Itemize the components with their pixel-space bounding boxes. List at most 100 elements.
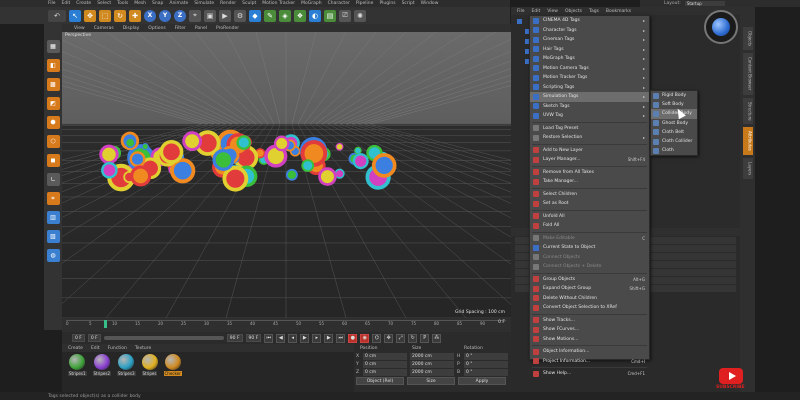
sphere-object[interactable] — [335, 142, 344, 151]
previous-frame-icon[interactable]: ◂ — [288, 333, 298, 343]
sphere-object[interactable] — [141, 143, 149, 151]
menu-script[interactable]: Script — [402, 1, 415, 6]
menu-item-cineman-tags[interactable]: Cineman Tags ▸ — [530, 35, 649, 45]
make-editable-icon[interactable]: ▦ — [46, 40, 60, 53]
object-manager-menu-edit[interactable]: Edit — [532, 9, 541, 14]
z-axis-icon[interactable]: Z — [174, 9, 186, 22]
sphere-object[interactable] — [371, 153, 397, 178]
submenu-item-cloth[interactable]: Cloth — [651, 146, 697, 155]
material-menu-texture[interactable]: Texture — [135, 346, 151, 351]
sphere-object[interactable] — [101, 161, 118, 179]
move-icon[interactable]: ✥ — [84, 9, 96, 22]
pen-icon[interactable]: ✎ — [264, 9, 276, 22]
object-icon[interactable] — [517, 19, 522, 24]
menu-item-character-tags[interactable]: Character Tags ▸ — [530, 26, 649, 36]
viewport-menu-options[interactable]: Options — [148, 26, 165, 31]
y-axis-icon[interactable]: Y — [159, 9, 171, 22]
menu-item-motion-tracker-tags[interactable]: Motion Tracker Tags ▸ — [530, 73, 649, 83]
material-swatch[interactable]: Stripes2 — [92, 354, 111, 376]
menu-item-hair-tags[interactable]: Hair Tags ▸ — [530, 45, 649, 55]
sphere-object[interactable] — [159, 139, 184, 164]
x-axis-icon[interactable]: X — [144, 9, 156, 22]
sphere-object[interactable] — [301, 159, 315, 172]
tab-objects[interactable]: Objects — [742, 27, 753, 51]
model-mode-icon[interactable]: ◧ — [46, 59, 60, 72]
render-settings-icon[interactable]: ⚙ — [234, 9, 246, 22]
light-icon[interactable]: ✺ — [354, 9, 366, 22]
apply-button[interactable]: Apply — [458, 377, 506, 385]
viewport-menu-filter[interactable]: Filter — [175, 26, 186, 31]
render-view-icon[interactable]: ▣ — [204, 9, 216, 22]
live-selection-icon[interactable]: ↖ — [69, 9, 81, 22]
menu-item-uvw-tag[interactable]: UVW Tag ▸ — [530, 111, 649, 121]
go-to-end-icon[interactable]: ⏭ — [336, 333, 346, 343]
texture-mode-icon[interactable]: ▩ — [46, 78, 60, 91]
axis-mode-icon[interactable]: ∟ — [46, 173, 60, 186]
size-mode-select[interactable]: Size — [407, 377, 455, 385]
sphere-object[interactable] — [318, 167, 337, 186]
next-key-icon[interactable]: ▶ — [324, 333, 334, 343]
menu-simulate[interactable]: Simulate — [194, 1, 214, 6]
viewport-menu-cameras[interactable]: Cameras — [94, 26, 114, 31]
preview-end-field[interactable]: 90 F — [245, 334, 262, 342]
menu-edit[interactable]: Edit — [62, 1, 71, 6]
preview-range-slider[interactable] — [103, 336, 224, 340]
submenu-item-soft-body[interactable]: Soft Body — [651, 100, 697, 109]
next-frame-icon[interactable]: ▸ — [312, 333, 322, 343]
sphere-object[interactable] — [130, 165, 152, 187]
menu-mesh[interactable]: Mesh — [134, 1, 146, 6]
menu-file[interactable]: File — [48, 1, 56, 6]
point-level-icon[interactable]: ⁂ — [432, 333, 442, 343]
viewport-menu-prorender[interactable]: ProRender — [216, 26, 239, 31]
menu-item-mograph-tags[interactable]: MoGraph Tags ▸ — [530, 54, 649, 64]
workplane-icon[interactable]: ◩ — [46, 97, 60, 110]
sphere-object[interactable] — [129, 151, 146, 168]
planar-workplane-icon[interactable]: ▧ — [46, 230, 60, 243]
sphere-object[interactable] — [354, 146, 362, 155]
material-menu-edit[interactable]: Edit — [91, 346, 100, 351]
menu-item-fold-all[interactable]: Fold All — [530, 221, 649, 231]
rotation-field[interactable]: 0 ° — [464, 368, 508, 376]
menu-render[interactable]: Render — [220, 1, 236, 6]
menu-character[interactable]: Character — [328, 1, 350, 6]
menu-item-project-information[interactable]: Project Information... Cmd+I — [530, 357, 649, 367]
menu-snap[interactable]: Snap — [152, 1, 163, 6]
menu-item-unfold-all[interactable]: Unfold All — [530, 212, 649, 222]
material-menu-create[interactable]: Create — [68, 346, 83, 351]
object-manager-menu-objects[interactable]: Objects — [565, 9, 582, 14]
menu-animate[interactable]: Animate — [169, 1, 188, 6]
rotation-key-icon[interactable]: ↻ — [408, 333, 418, 343]
scale-icon[interactable]: ⬚ — [99, 9, 111, 22]
layout-select[interactable]: Startup — [684, 1, 725, 6]
material-swatch[interactable]: Checker — [163, 354, 182, 376]
undo-icon[interactable]: ↶ — [48, 9, 66, 22]
param-key-icon[interactable]: P — [420, 333, 430, 343]
deformer-icon[interactable]: ◐ — [309, 9, 321, 22]
autokey-icon[interactable]: ◉ — [360, 333, 370, 343]
menu-sculpt[interactable]: Sculpt — [242, 1, 256, 6]
material-swatch[interactable]: Stripes1 — [68, 354, 87, 376]
youtube-icon[interactable] — [719, 368, 743, 384]
rotation-field[interactable]: 0 ° — [464, 352, 508, 360]
menu-item-delete-without-children[interactable]: Delete Without Children — [530, 294, 649, 304]
menu-item-object-information[interactable]: Object Information... — [530, 347, 649, 357]
menu-item-expand-object-group[interactable]: Expand Object Group Shift+G — [530, 284, 649, 294]
object-manager-menu-view[interactable]: View — [547, 9, 558, 14]
menu-pipeline[interactable]: Pipeline — [356, 1, 374, 6]
position-key-icon[interactable]: ✥ — [384, 333, 394, 343]
sphere-object[interactable] — [212, 148, 235, 171]
floor-icon[interactable]: ▤ — [324, 9, 336, 22]
perspective-viewport[interactable]: Perspective Grid Spacing : 100 cm — [62, 32, 511, 318]
tab-layers[interactable]: Layers — [742, 157, 753, 180]
viewport-menu-view[interactable]: View — [74, 26, 85, 31]
edges-mode-icon[interactable]: ⬡ — [46, 135, 60, 148]
position-field[interactable]: 0 cm — [363, 352, 407, 360]
subdivision-icon[interactable]: ◈ — [279, 9, 291, 22]
polygons-mode-icon[interactable]: ◼ — [46, 154, 60, 167]
sphere-object[interactable] — [99, 144, 119, 165]
size-field[interactable]: 2000 cm — [410, 352, 454, 360]
viewport-menu-panel[interactable]: Panel — [195, 26, 207, 31]
sphere-object[interactable] — [273, 135, 290, 152]
previous-key-icon[interactable]: ◀ — [276, 333, 286, 343]
submenu-item-cloth-collider[interactable]: Cloth Collider — [651, 137, 697, 146]
